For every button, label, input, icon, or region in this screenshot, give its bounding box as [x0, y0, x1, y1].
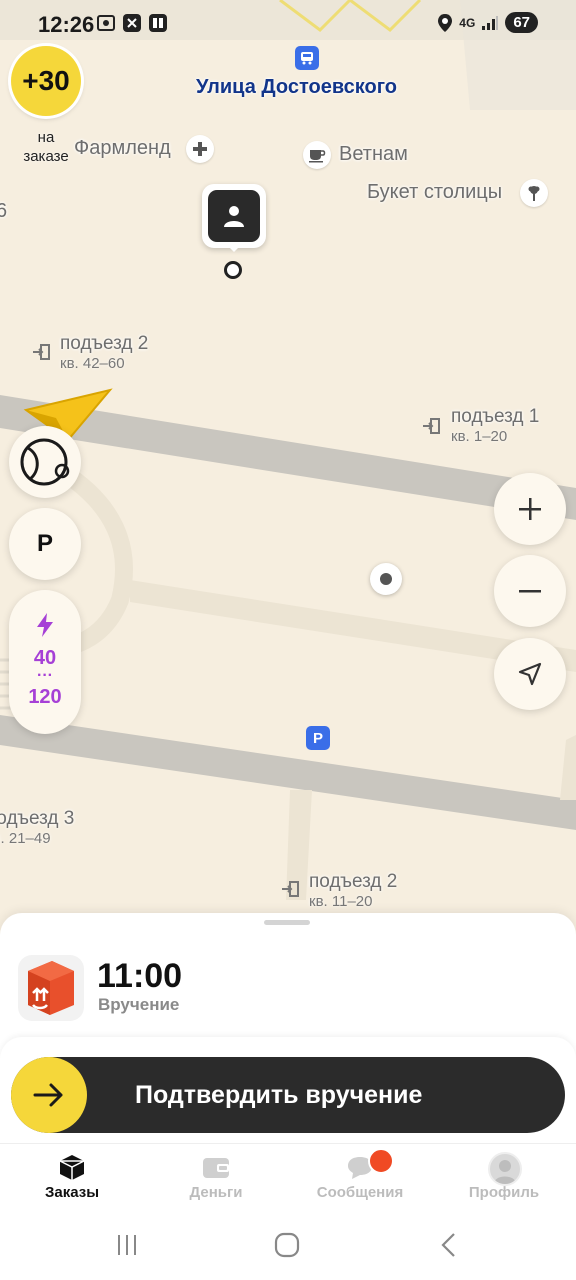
- entrance-icon: [32, 344, 50, 365]
- tab-money[interactable]: Деньги: [144, 1144, 288, 1220]
- entrance-title: подъезд 2: [60, 333, 149, 354]
- edge-label: 6: [0, 200, 8, 222]
- entrance-icon: [281, 881, 299, 902]
- recent-apps-icon[interactable]: [114, 1232, 140, 1258]
- tab-label: Заказы: [44, 1184, 100, 1201]
- entrance-title: подъезд 2: [309, 871, 398, 892]
- destination-marker[interactable]: [202, 184, 266, 252]
- status-bar: 12:26 4G 67: [0, 0, 576, 50]
- signal-icon: [482, 15, 499, 30]
- tab-label: Сообщения: [316, 1184, 404, 1201]
- poi-label-cafe[interactable]: Ветнам: [339, 143, 408, 166]
- status-time: 12:26: [38, 12, 95, 37]
- parcel-icon: [18, 955, 84, 1021]
- map-layers-button[interactable]: [9, 426, 81, 498]
- arrow-right-icon: [33, 1083, 63, 1107]
- parking-marker-icon[interactable]: P: [306, 726, 330, 750]
- entrance-apartments: кв. 1–20: [451, 428, 508, 445]
- cafe-cup-icon[interactable]: [303, 141, 331, 169]
- confirm-delivery-slider[interactable]: Подтвердить вручение: [11, 1057, 565, 1133]
- sheet-handle[interactable]: [264, 920, 310, 925]
- network-type: 4G: [459, 15, 476, 30]
- parking-button[interactable]: P: [9, 508, 81, 580]
- flower-icon[interactable]: [520, 179, 548, 207]
- charge-range-button[interactable]: 40 ··· 120: [9, 590, 81, 734]
- battery-indicator: 67: [505, 12, 538, 33]
- location-icon: [438, 13, 453, 32]
- my-location-button[interactable]: [494, 638, 566, 710]
- person-icon: [208, 190, 260, 242]
- ball-icon: [20, 438, 70, 486]
- bus-stop-icon[interactable]: [295, 46, 319, 70]
- delivery-time: 11:00: [97, 957, 183, 995]
- delivery-status: Вручение: [98, 995, 180, 1014]
- bonus-badge[interactable]: +30: [11, 46, 81, 116]
- home-icon[interactable]: [273, 1231, 301, 1259]
- system-indicators: 4G 67: [437, 12, 538, 33]
- lightning-icon: [37, 613, 53, 637]
- destination-point: [224, 261, 242, 279]
- confirm-label: Подтвердить вручение: [135, 1081, 423, 1109]
- minus-icon: [519, 590, 541, 593]
- tab-messages[interactable]: Сообщения: [288, 1144, 432, 1220]
- bonus-caption: на заказе: [23, 129, 69, 165]
- poi-label-pharmacy[interactable]: Фармленд: [74, 137, 171, 160]
- charge-to: 120: [28, 686, 62, 708]
- current-location-dot: [370, 563, 402, 595]
- charge-dots: ···: [37, 667, 53, 684]
- tab-label: Профиль: [468, 1184, 540, 1201]
- navigation-icon: [518, 662, 542, 686]
- slider-knob[interactable]: [11, 1057, 87, 1133]
- tab-profile[interactable]: Профиль: [432, 1144, 576, 1220]
- zoom-in-button[interactable]: [494, 473, 566, 545]
- entrance-apartments: кв. 21–49: [0, 830, 51, 847]
- entrance-apartments: кв. 42–60: [60, 355, 125, 372]
- notification-icons: [96, 13, 168, 33]
- entrance-title: подъезд 1: [451, 406, 540, 427]
- entrance-icon: [422, 418, 440, 439]
- tab-orders[interactable]: Заказы: [0, 1144, 144, 1220]
- app-book-icon: [148, 13, 168, 33]
- street-title: Улица Достоевского: [196, 76, 398, 98]
- tab-label: Деньги: [189, 1184, 243, 1201]
- entrance-title: подъезд 3: [0, 808, 75, 829]
- pharmacy-cross-icon[interactable]: [186, 135, 214, 163]
- tab-bar: Заказы Деньги Сообщения Профиль: [0, 1143, 576, 1220]
- screenshot-icon: [96, 13, 116, 33]
- back-icon[interactable]: [436, 1231, 462, 1259]
- avatar: [488, 1152, 522, 1186]
- notification-dot: [368, 1148, 394, 1174]
- plus-icon: [519, 498, 541, 520]
- system-nav-bar: [0, 1214, 576, 1280]
- zoom-out-button[interactable]: [494, 555, 566, 627]
- wallet-icon: [203, 1158, 229, 1178]
- parking-label: P: [36, 530, 53, 557]
- entrance-apartments: кв. 11–20: [309, 893, 373, 910]
- app-x-icon: [122, 13, 142, 33]
- poi-label-flowers[interactable]: Букет столицы: [367, 181, 502, 204]
- box-icon: [59, 1155, 85, 1180]
